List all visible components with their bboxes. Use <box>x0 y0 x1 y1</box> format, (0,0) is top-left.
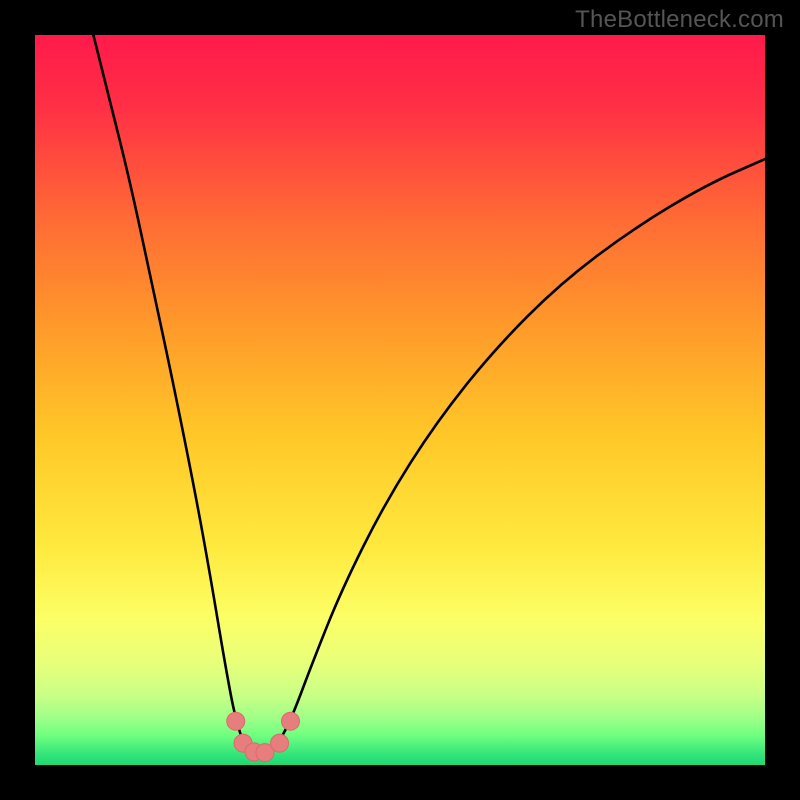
curve-marker <box>282 712 300 730</box>
curve-marker <box>271 734 289 752</box>
plot-area <box>35 35 765 765</box>
curve-marker <box>227 712 245 730</box>
chart-frame: TheBottleneck.com <box>0 0 800 800</box>
watermark-text: TheBottleneck.com <box>575 6 784 34</box>
bottleneck-curve <box>35 35 765 765</box>
